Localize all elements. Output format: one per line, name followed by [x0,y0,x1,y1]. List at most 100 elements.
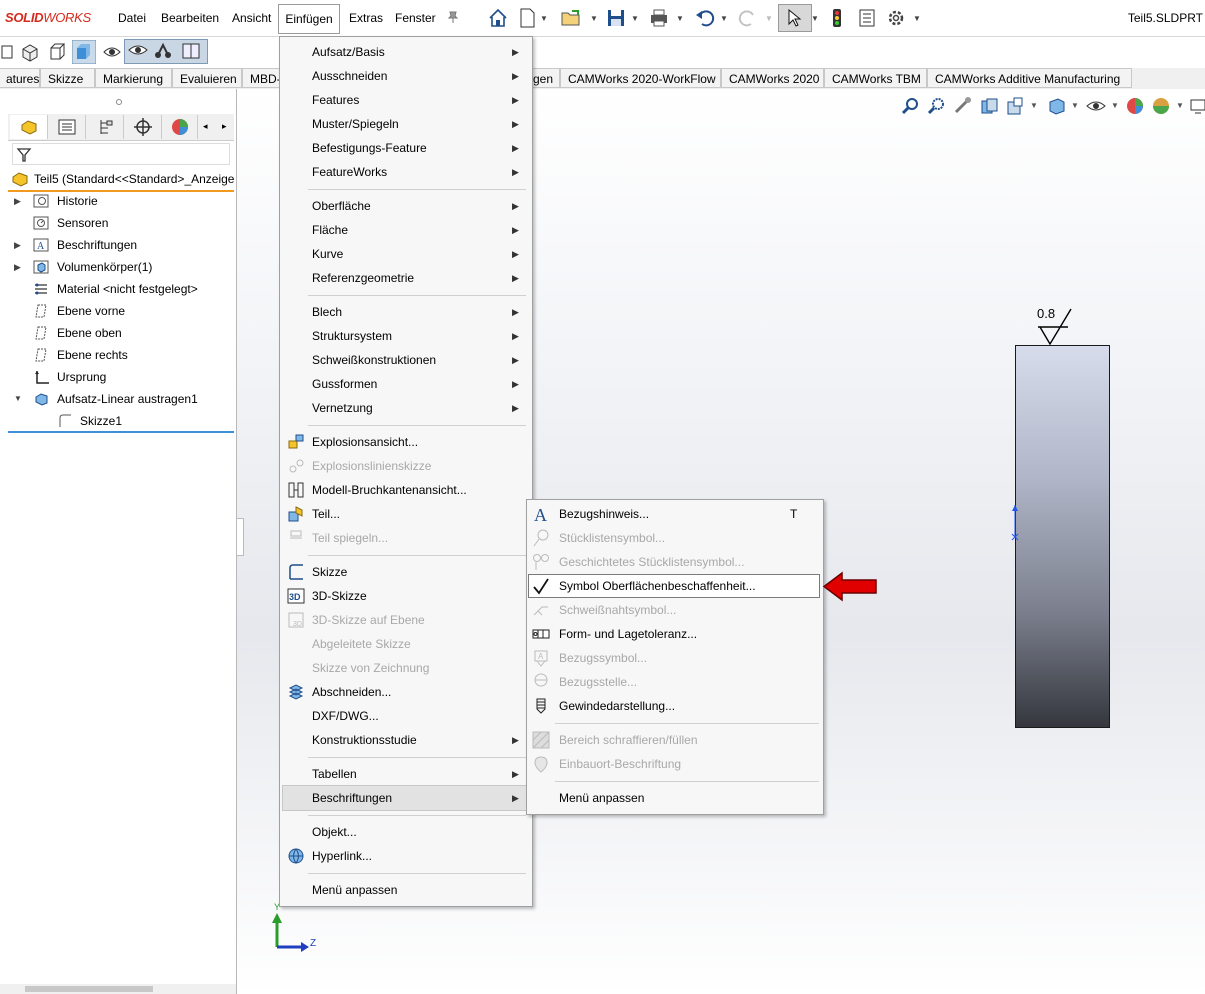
menu-item-muster-spiegeln[interactable]: Muster/Spiegeln ▶ [282,112,528,136]
tree-item-material[interactable]: Material <nicht festgelegt> [0,278,236,300]
expand-icon[interactable]: ▶ [14,190,21,212]
new-dropdown-icon[interactable]: ▼ [540,14,548,23]
menu-item-fläche[interactable]: Fläche ▶ [282,218,528,242]
part-model-body[interactable] [1015,345,1110,728]
menu-item-modell-bruchkantenansicht[interactable]: Modell-Bruchkantenansicht... [282,478,528,502]
menu-item-teil[interactable]: Teil... [282,502,528,526]
home-icon[interactable] [487,7,509,29]
print-icon[interactable] [648,7,670,29]
display-settings-icon[interactable] [1190,96,1205,116]
menu-item-kurve[interactable]: Kurve ▶ [282,242,528,266]
tree-item-ebene-vorne[interactable]: Ebene vorne [0,300,236,322]
menu-item-ausschneiden[interactable]: Ausschneiden ▶ [282,64,528,88]
tree-item-ebene-rechts[interactable]: Ebene rechts [0,344,236,366]
tab-anwendungen[interactable]: gen [530,68,560,88]
tree-item-aufsatz-linear[interactable]: ▼ Aufsatz-Linear austragen1 [0,388,236,410]
view-orientation-toolbar-icon[interactable] [1046,96,1066,116]
isometric-view-icon[interactable] [20,42,40,62]
menu-item-skizze[interactable]: Skizze [282,560,528,584]
feature-filter-input[interactable] [12,143,230,165]
pin-icon[interactable] [446,10,460,24]
undo-dropdown-icon[interactable]: ▼ [720,14,728,23]
select-button[interactable] [778,4,812,32]
menu-item-features[interactable]: Features ▶ [282,88,528,112]
tab-mbd[interactable]: MBD- [242,68,282,88]
menu-bearbeiten[interactable]: Bearbeiten [161,11,219,25]
submenu-item-gewindedarstellung[interactable]: Gewindedarstellung... [529,694,819,718]
expand-icon[interactable]: ▶ [14,256,21,278]
submenu-item-bezugshinweis[interactable]: Bezugshinweis... T A [529,502,819,526]
view-orientation-dropdown-icon[interactable]: ▼ [1071,101,1079,110]
menu-item-dxf-dwg[interactable]: DXF/DWG... [282,704,528,728]
tab-scroll-right-icon[interactable]: ▸ [222,121,227,132]
menu-item-explosionsansicht[interactable]: Explosionsansicht... [282,430,528,454]
file-properties-icon[interactable] [856,7,878,29]
collapse-icon[interactable]: ▼ [14,388,22,410]
apply-scene-icon[interactable] [180,41,202,61]
new-document-icon[interactable] [516,7,538,29]
menu-item-menü-anpassen[interactable]: Menü anpassen [282,878,528,902]
save-dropdown-icon[interactable]: ▼ [631,14,639,23]
tree-item-ursprung[interactable]: Ursprung [0,366,236,388]
menu-item-aufsatz-basis[interactable]: Aufsatz/Basis ▶ [282,40,528,64]
view-orientation-icon[interactable] [0,42,16,62]
menu-item-blech[interactable]: Blech ▶ [282,300,528,324]
tree-item-sensoren[interactable]: Sensoren [0,212,236,234]
zoom-to-area-icon[interactable] [927,96,947,116]
tab-markierung[interactable]: Markierung [95,68,172,88]
tab-features[interactable]: atures [0,68,40,88]
tab-property-manager[interactable] [48,115,86,139]
menu-einfuegen[interactable]: Einfügen [278,4,340,34]
menu-item-hyperlink[interactable]: Hyperlink... [282,844,528,868]
previous-view-icon[interactable] [953,96,973,116]
menu-datei[interactable]: Datei [118,11,146,25]
expand-icon[interactable]: ▶ [14,234,21,256]
menu-item-3d-skizze[interactable]: 3D-Skizze 3D [282,584,528,608]
menu-item-abschneiden[interactable]: Abschneiden... [282,680,528,704]
menu-item-tabellen[interactable]: Tabellen ▶ [282,762,528,786]
hide-show-dropdown-icon[interactable]: ▼ [1111,101,1119,110]
tab-evaluieren[interactable]: Evaluieren [172,68,242,88]
shaded-cube-icon[interactable] [72,40,96,64]
tree-item-historie[interactable]: ▶ Historie [0,190,236,212]
menu-item-konstruktionsstudie[interactable]: Konstruktionsstudie ▶ [282,728,528,752]
tree-item-beschriftungen[interactable]: ▶ A Beschriftungen [0,234,236,256]
menu-fenster[interactable]: Fenster [395,11,436,25]
zoom-to-fit-icon[interactable] [901,96,921,116]
menu-extras[interactable]: Extras [349,11,383,25]
menu-item-oberfläche[interactable]: Oberfläche ▶ [282,194,528,218]
section-view-icon[interactable] [152,41,174,61]
menu-item-gussformen[interactable]: Gussformen ▶ [282,372,528,396]
hide-show-items-icon[interactable] [1086,96,1106,116]
apply-scene-toolbar-icon[interactable] [1151,96,1171,116]
tab-dimxpert-manager[interactable] [124,115,162,139]
tab-display-manager[interactable] [162,115,198,139]
menu-item-befestigungs-feature[interactable]: Befestigungs-Feature ▶ [282,136,528,160]
traffic-light-icon[interactable] [826,7,848,29]
tree-item-skizze1[interactable]: Skizze1 [0,410,236,432]
submenu-item-form-und-lagetoleranz[interactable]: Form- und Lagetoleranz... [529,622,819,646]
tab-camworks-tbm[interactable]: CAMWorks TBM [824,68,927,88]
open-folder-icon[interactable] [560,7,582,29]
menu-item-schweißkonstruktionen[interactable]: Schweißkonstruktionen ▶ [282,348,528,372]
wireframe-cube-icon[interactable] [47,42,67,62]
submenu-item-menü-anpassen[interactable]: Menü anpassen [529,786,819,810]
solidworks-logo[interactable]: SOLIDWORKS [5,10,91,25]
edit-appearance-icon[interactable] [1125,96,1145,116]
section-view-toolbar-icon[interactable] [979,96,999,116]
panel-collapse-handle[interactable] [236,518,244,556]
panel-horizontal-scrollbar[interactable] [0,984,236,994]
menu-ansicht[interactable]: Ansicht [232,11,271,25]
tree-item-ebene-oben[interactable]: Ebene oben [0,322,236,344]
display-style-icon[interactable] [127,41,149,61]
dynamic-annotation-dropdown-icon[interactable]: ▼ [1030,101,1038,110]
tab-camworks-additive[interactable]: CAMWorks Additive Manufacturing [927,68,1132,88]
panel-grip-icon[interactable] [115,98,123,106]
menu-item-objekt[interactable]: Objekt... [282,820,528,844]
apply-scene-dropdown-icon[interactable]: ▼ [1176,101,1184,110]
save-icon[interactable] [605,7,627,29]
undo-icon[interactable] [694,7,716,29]
scrollbar-thumb[interactable] [25,986,153,992]
menu-item-referenzgeometrie[interactable]: Referenzgeometrie ▶ [282,266,528,290]
tab-configuration-manager[interactable] [86,115,124,139]
